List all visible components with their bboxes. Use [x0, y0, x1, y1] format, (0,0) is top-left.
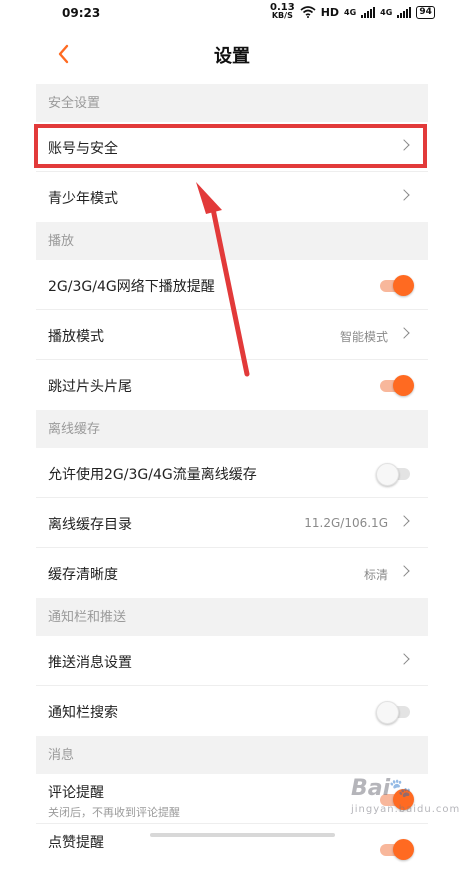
cache-quality-row[interactable]: 缓存清晰度 标清	[36, 548, 428, 598]
section-header-offline: 离线缓存	[36, 410, 428, 448]
row-label: 青少年模式	[48, 191, 118, 207]
row-subtitle: 关闭后，不再收到评论提醒	[48, 806, 180, 819]
signal-icon	[361, 6, 376, 18]
row-label: 通知栏搜索	[48, 705, 118, 721]
page-title: 设置	[214, 46, 250, 67]
push-settings-row[interactable]: 推送消息设置	[36, 636, 428, 686]
cache-directory-row[interactable]: 离线缓存目录 11.2G/106.1G	[36, 498, 428, 548]
signal-icon	[397, 6, 412, 18]
row-label: 账号与安全	[48, 141, 118, 157]
like-alert-row: 点赞提醒	[36, 824, 428, 874]
mobile-play-alert-row: 2G/3G/4G网络下播放提醒	[36, 260, 428, 310]
notification-bar-search-toggle[interactable]	[376, 701, 412, 724]
chevron-right-icon	[398, 139, 410, 151]
section-header-security: 安全设置	[36, 84, 428, 122]
row-label: 跳过片头片尾	[48, 379, 132, 395]
row-label: 评论提醒	[48, 785, 104, 801]
status-time: 09:23	[62, 6, 101, 20]
chevron-right-icon	[398, 189, 410, 201]
chevron-right-icon	[398, 653, 410, 665]
net-speed-unit: KB/S	[271, 11, 293, 20]
play-mode-row[interactable]: 播放模式 智能模式	[36, 310, 428, 360]
skip-intro-row: 跳过片头片尾	[36, 360, 428, 410]
chevron-right-icon	[398, 515, 410, 527]
header: 设置	[36, 30, 428, 80]
allow-mobile-cache-row: 允许使用2G/3G/4G流量离线缓存	[36, 448, 428, 498]
settings-list: 安全设置 账号与安全 青少年模式 播放 2G/3G/4G网络下播放提醒 播放模式…	[36, 84, 428, 874]
allow-mobile-cache-toggle[interactable]	[376, 463, 412, 486]
paw-icon: 🐾	[389, 778, 412, 799]
section-header-playback: 播放	[36, 222, 428, 260]
chevron-right-icon	[398, 565, 410, 577]
network-label-2: 4G	[380, 7, 393, 17]
net-speed: 0.13 KB/S	[270, 3, 295, 20]
row-label: 允许使用2G/3G/4G流量离线缓存	[48, 467, 257, 483]
notification-bar-search-row: 通知栏搜索	[36, 686, 428, 736]
row-label: 2G/3G/4G网络下播放提醒	[48, 279, 215, 295]
mobile-play-alert-toggle[interactable]	[378, 275, 414, 296]
watermark-brand: Bai	[351, 776, 391, 801]
row-label: 推送消息设置	[48, 655, 132, 671]
scroll-indicator	[150, 833, 335, 837]
battery-icon: 94	[416, 5, 435, 19]
section-header-messages: 消息	[36, 736, 428, 774]
row-label: 点赞提醒	[48, 835, 104, 851]
chevron-right-icon	[398, 327, 410, 339]
status-icons: 0.13 KB/S HD 4G 4G 94	[270, 3, 435, 20]
hd-label: HD	[320, 5, 340, 19]
baidu-watermark: Bai 🐾 jingyan.baidu.com	[345, 776, 459, 824]
section-header-notification: 通知栏和推送	[36, 598, 428, 636]
status-bar: 09:23 0.13 KB/S HD 4G 4G 94	[0, 0, 464, 28]
teen-mode-row[interactable]: 青少年模式	[36, 172, 428, 222]
cache-quality-value: 标清	[363, 568, 388, 582]
watermark-suffix: jingyan.baidu.com	[351, 804, 461, 815]
row-label: 离线缓存目录	[48, 517, 132, 533]
play-mode-value: 智能模式	[339, 330, 388, 344]
row-label: 缓存清晰度	[48, 567, 118, 583]
skip-intro-toggle[interactable]	[378, 375, 414, 396]
like-alert-toggle[interactable]	[378, 839, 414, 860]
cache-directory-value: 11.2G/106.1G	[304, 516, 388, 530]
network-label-1: 4G	[344, 7, 357, 17]
wifi-icon	[300, 6, 316, 18]
account-security-row[interactable]: 账号与安全	[36, 122, 428, 172]
row-label: 播放模式	[48, 329, 104, 345]
